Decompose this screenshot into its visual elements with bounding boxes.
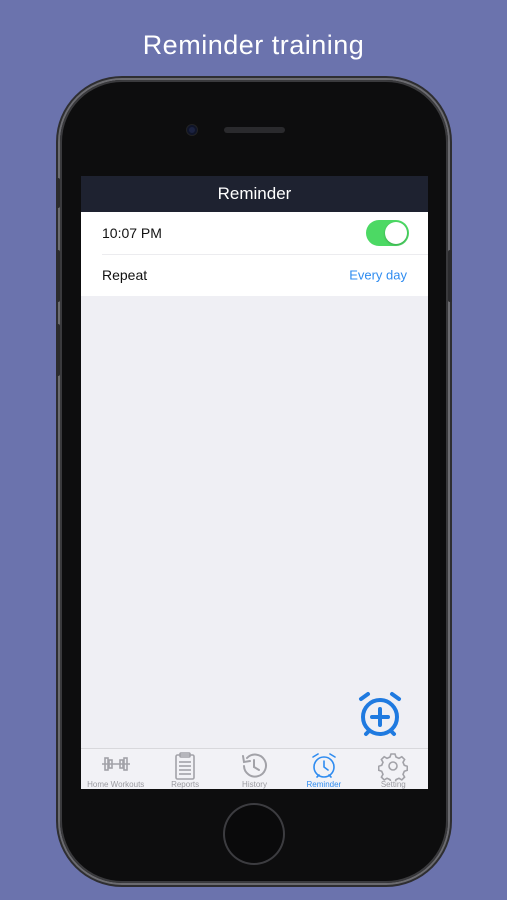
front-camera — [187, 125, 197, 135]
tab-history[interactable]: History — [220, 749, 289, 789]
volume-down-button — [56, 324, 60, 376]
add-reminder-button[interactable] — [357, 691, 403, 739]
promo-page: Reminder training Reminder 10:07 PM Repe… — [0, 0, 507, 900]
alarm-clock-icon — [312, 753, 336, 778]
add-alarm-icon — [359, 692, 401, 736]
reminder-time-label: 10:07 PM — [102, 225, 162, 241]
gear-icon — [378, 753, 409, 781]
toggle-knob — [385, 222, 407, 244]
tab-reminder[interactable]: Reminder — [289, 749, 358, 789]
power-button — [448, 250, 452, 302]
promo-headline: Reminder training — [142, 30, 365, 60]
tab-home-workouts[interactable]: Home Workouts — [81, 749, 150, 789]
tab-bar: Home Workouts Reports History Reminder S… — [81, 748, 428, 789]
clipboard-icon — [175, 752, 195, 780]
navigation-bar: Reminder — [81, 176, 428, 212]
reminder-time-row[interactable]: 10:07 PM — [81, 212, 428, 254]
dumbbell-icon — [101, 757, 130, 771]
repeat-row[interactable]: Repeat Every day — [81, 254, 428, 296]
home-button[interactable] — [225, 805, 283, 863]
tab-label: Reminder — [306, 780, 342, 789]
repeat-value[interactable]: Every day — [349, 268, 407, 283]
reminder-toggle[interactable] — [366, 220, 409, 246]
repeat-label: Repeat — [102, 267, 148, 283]
mute-switch — [56, 178, 60, 208]
history-icon — [242, 753, 268, 778]
tab-label: Reports — [171, 780, 200, 789]
tab-label: Setting — [380, 780, 406, 789]
tab-setting[interactable]: Setting — [359, 749, 428, 789]
tab-label: Home Workouts — [87, 780, 145, 789]
tab-label: History — [242, 780, 267, 789]
reminder-list: 10:07 PM Repeat Every day — [81, 212, 428, 296]
nav-title: Reminder — [217, 184, 292, 203]
app-screen: Reminder 10:07 PM Repeat Every day Home … — [81, 176, 428, 789]
tab-reports[interactable]: Reports — [150, 749, 219, 789]
volume-up-button — [56, 250, 60, 302]
earpiece-speaker — [224, 127, 285, 133]
